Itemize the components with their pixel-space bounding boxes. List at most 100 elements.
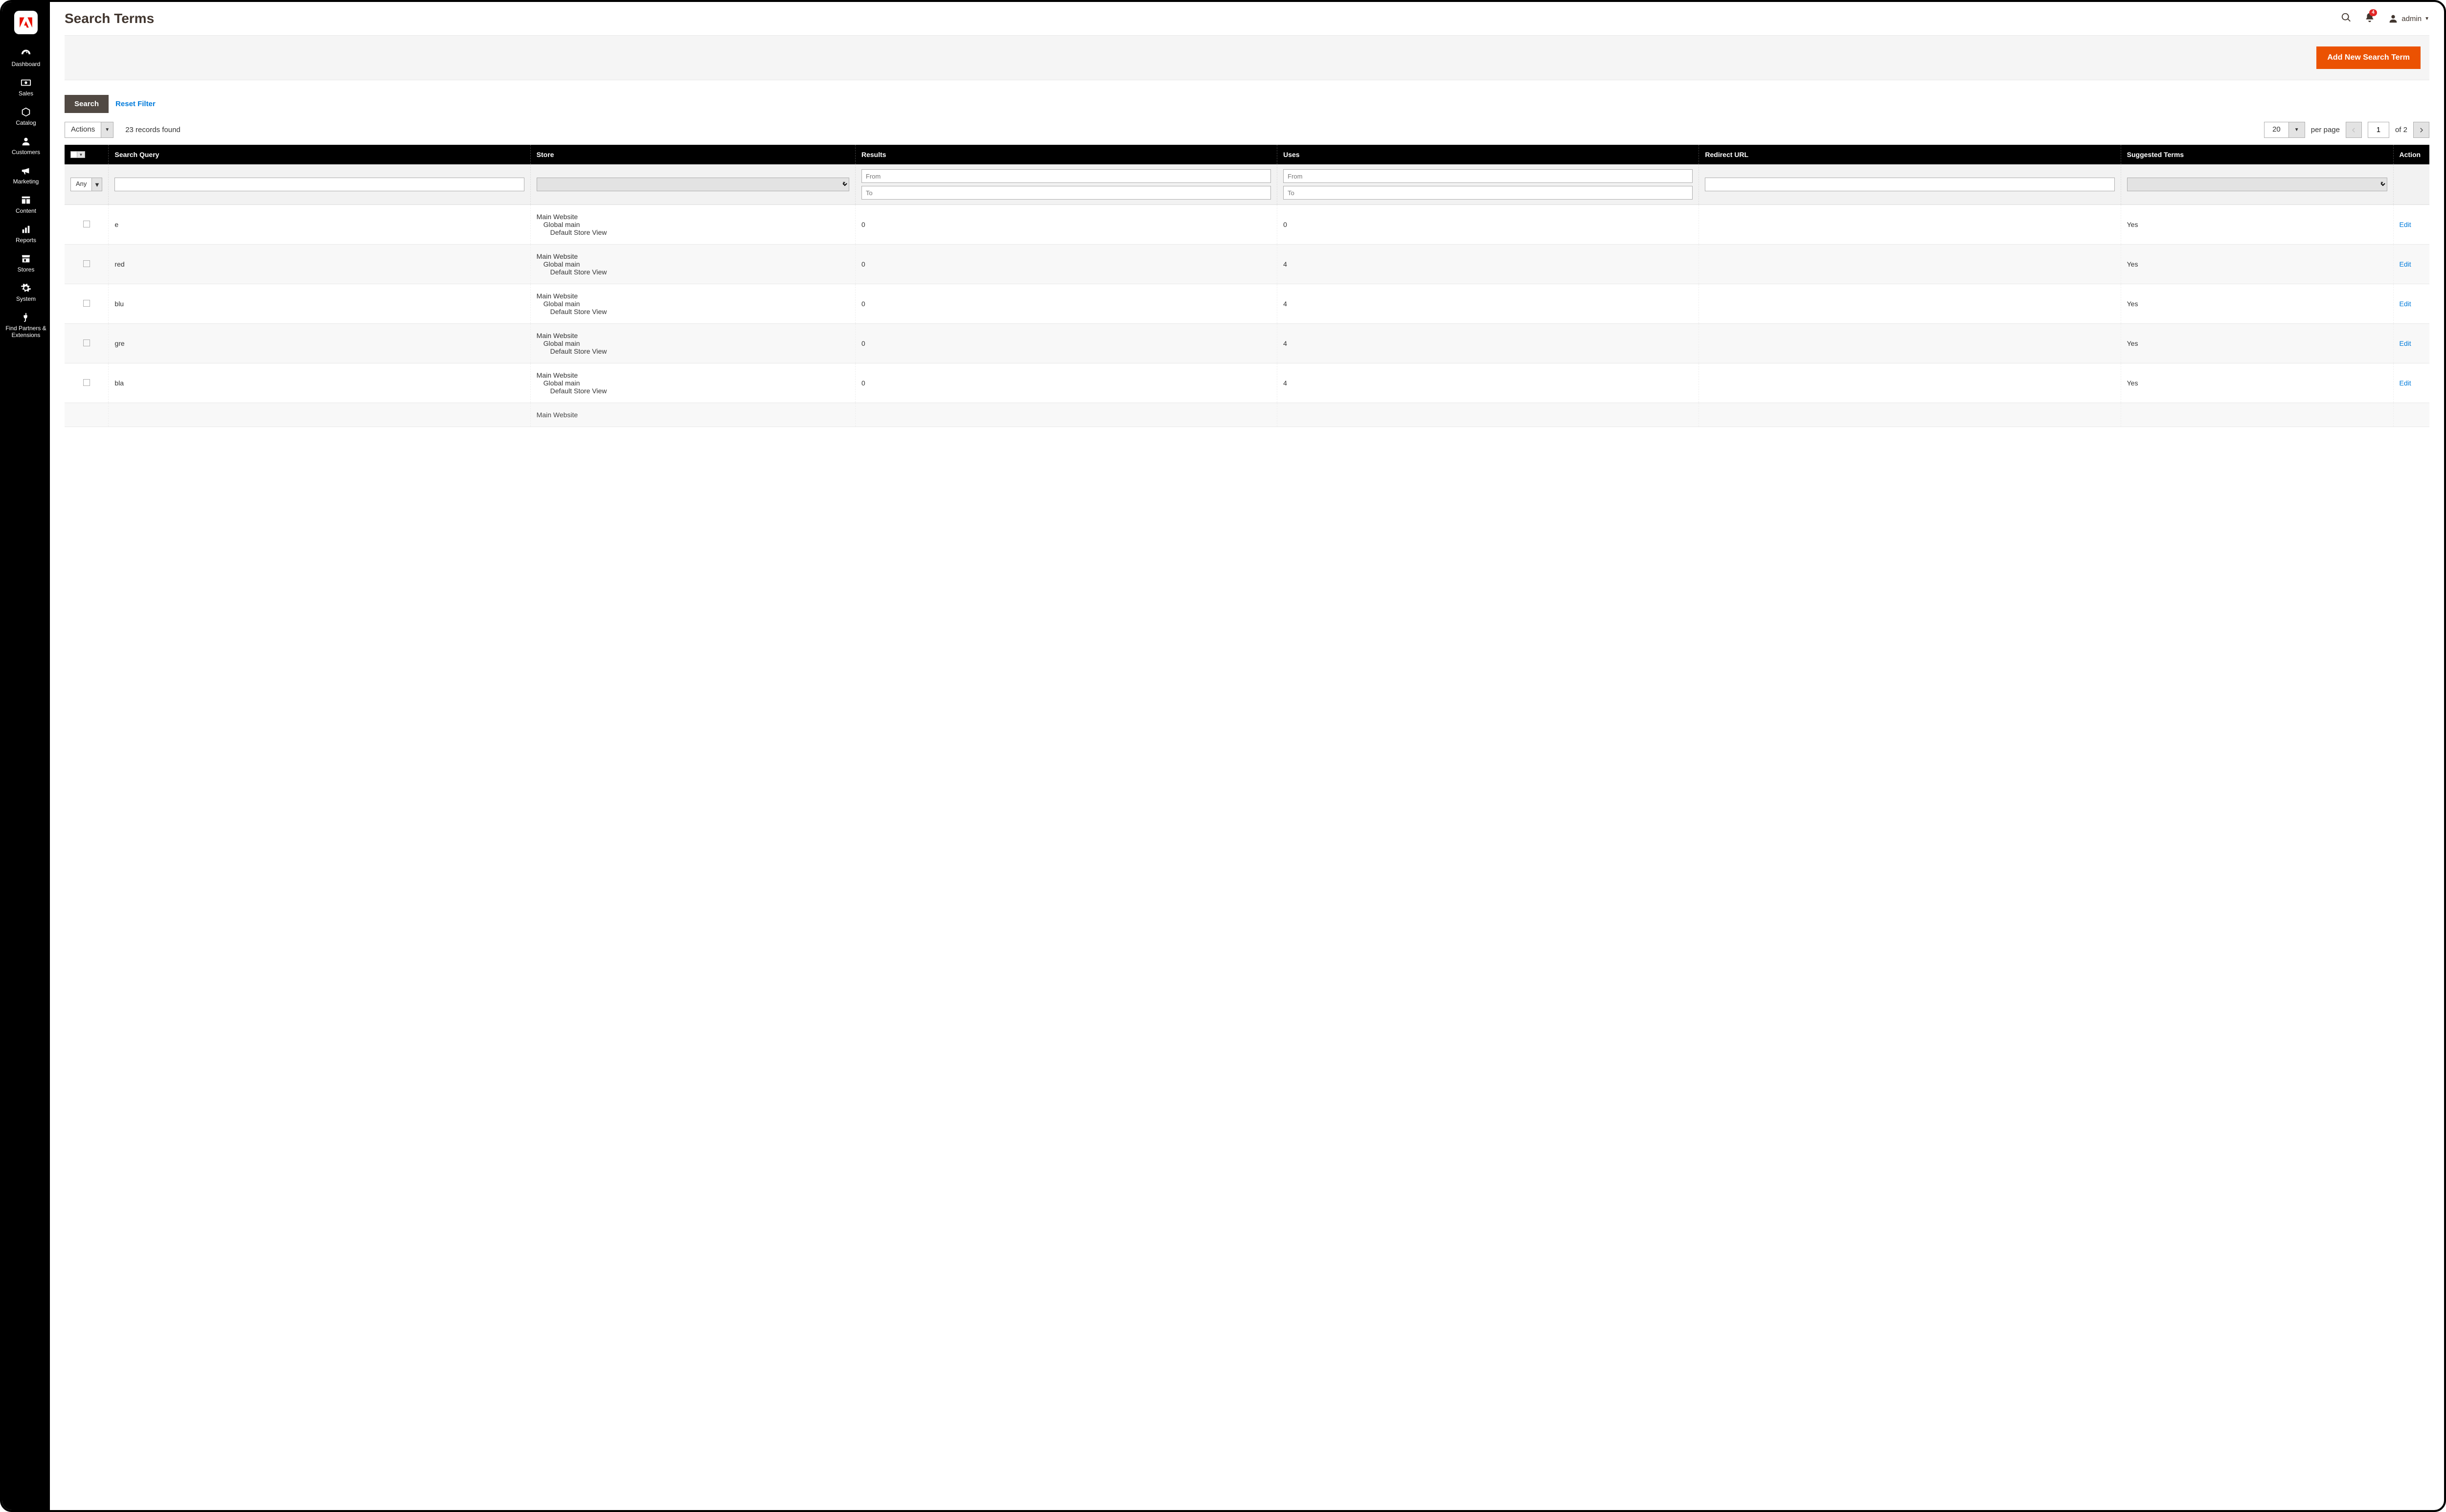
cell-suggested: Yes	[2121, 245, 2393, 284]
cell-redirect	[1699, 284, 2121, 324]
cell-results: 0	[855, 324, 1277, 363]
reset-filter-link[interactable]: Reset Filter	[115, 100, 156, 108]
admin-sidebar: Dashboard Sales Catalog Customers Market…	[2, 2, 50, 1510]
edit-link[interactable]: Edit	[2400, 379, 2411, 387]
search-terms-grid: ▼ Search Query Store Results Uses Redire…	[65, 145, 2429, 427]
table-row[interactable]: bluMain WebsiteGlobal mainDefault Store …	[65, 284, 2429, 324]
nav-label: System	[16, 295, 36, 302]
cell-search-query: e	[109, 205, 530, 245]
notifications[interactable]: 4	[2364, 12, 2375, 25]
megaphone-icon	[21, 165, 31, 176]
chevron-down-icon: ▼	[2424, 16, 2429, 22]
nav-sales[interactable]: Sales	[2, 72, 50, 102]
col-results[interactable]: Results	[855, 145, 1277, 164]
cell-results: 0	[855, 245, 1277, 284]
box-icon	[21, 107, 31, 117]
filter-results-to[interactable]	[861, 186, 1271, 200]
cell-search-query: gre	[109, 324, 530, 363]
cell-uses: 4	[1277, 324, 1699, 363]
chevron-right-icon	[2418, 127, 2425, 134]
mass-actions-select[interactable]: Actions ▼	[65, 122, 113, 138]
row-checkbox[interactable]	[83, 339, 90, 346]
page-actions-toolbar: Add New Search Term	[65, 35, 2429, 80]
prev-page-button[interactable]	[2346, 122, 2362, 138]
edit-link[interactable]: Edit	[2400, 221, 2411, 228]
filter-search-query[interactable]	[114, 178, 524, 191]
next-page-button[interactable]	[2413, 122, 2429, 138]
user-menu[interactable]: admin ▼	[2388, 13, 2429, 24]
row-checkbox[interactable]	[83, 260, 90, 267]
chevron-down-icon: ▼	[91, 178, 102, 191]
cell-suggested: Yes	[2121, 363, 2393, 403]
col-redirect-url[interactable]: Redirect URL	[1699, 145, 2121, 164]
cell-suggested: Yes	[2121, 324, 2393, 363]
table-row[interactable]: redMain WebsiteGlobal mainDefault Store …	[65, 245, 2429, 284]
edit-link[interactable]: Edit	[2400, 260, 2411, 268]
layout-icon	[21, 195, 31, 205]
nav-stores[interactable]: Stores	[2, 248, 50, 278]
money-icon	[21, 77, 31, 88]
cell-uses: 4	[1277, 363, 1699, 403]
cell-store: Main Website	[530, 403, 855, 427]
chevron-down-icon: ▼	[77, 151, 85, 158]
nav-marketing[interactable]: Marketing	[2, 160, 50, 190]
logo[interactable]	[14, 11, 38, 34]
cell-uses: 4	[1277, 284, 1699, 324]
nav-dashboard[interactable]: Dashboard	[2, 43, 50, 72]
nav-system[interactable]: System	[2, 278, 50, 307]
edit-link[interactable]: Edit	[2400, 339, 2411, 347]
filter-uses-to[interactable]	[1283, 186, 1693, 200]
cell-store: Main WebsiteGlobal mainDefault Store Vie…	[530, 363, 855, 403]
chevron-down-icon: ▼	[101, 122, 113, 137]
table-row[interactable]: blaMain WebsiteGlobal mainDefault Store …	[65, 363, 2429, 403]
nav-label: Catalog	[16, 119, 36, 126]
filter-store[interactable]	[537, 178, 849, 191]
row-checkbox[interactable]	[83, 221, 90, 227]
col-search-query[interactable]: Search Query	[109, 145, 530, 164]
page-number-input[interactable]	[2368, 122, 2389, 138]
col-uses[interactable]: Uses	[1277, 145, 1699, 164]
cell-redirect	[1699, 245, 2121, 284]
person-icon	[21, 136, 31, 147]
storefront-icon	[21, 253, 31, 264]
search-icon	[2341, 12, 2352, 23]
main-content: Search Terms 4 admin ▼ Add New Search Te…	[50, 2, 2444, 1510]
nav-catalog[interactable]: Catalog	[2, 102, 50, 131]
nav-content[interactable]: Content	[2, 190, 50, 219]
edit-link[interactable]: Edit	[2400, 300, 2411, 308]
adobe-logo-icon	[19, 16, 33, 29]
search-button[interactable]: Search	[65, 95, 109, 113]
cell-uses: 0	[1277, 205, 1699, 245]
global-search[interactable]	[2341, 12, 2352, 25]
cell-suggested: Yes	[2121, 284, 2393, 324]
chevron-down-icon: ▼	[2288, 122, 2305, 137]
cell-uses: 4	[1277, 245, 1699, 284]
table-row[interactable]: Main Website	[65, 403, 2429, 427]
table-row[interactable]: greMain WebsiteGlobal mainDefault Store …	[65, 324, 2429, 363]
row-checkbox[interactable]	[83, 379, 90, 386]
nav-reports[interactable]: Reports	[2, 219, 50, 248]
filter-suggested-terms[interactable]	[2127, 178, 2387, 191]
cell-search-query: bla	[109, 363, 530, 403]
col-store[interactable]: Store	[530, 145, 855, 164]
per-page-select[interactable]: 20 ▼	[2264, 122, 2305, 138]
add-new-search-term-button[interactable]: Add New Search Term	[2316, 46, 2421, 69]
filter-results-from[interactable]	[861, 169, 1271, 183]
nav-partners[interactable]: Find Partners & Extensions	[2, 307, 50, 344]
nav-label: Stores	[18, 266, 35, 273]
per-page-value: 20	[2265, 122, 2288, 137]
cell-results: 0	[855, 205, 1277, 245]
filter-redirect-url[interactable]	[1705, 178, 2114, 191]
select-all-toggle[interactable]: ▼	[70, 151, 102, 158]
nav-label: Sales	[19, 90, 33, 97]
nav-customers[interactable]: Customers	[2, 131, 50, 160]
checkbox-icon	[70, 151, 77, 158]
table-row[interactable]: eMain WebsiteGlobal mainDefault Store Vi…	[65, 205, 2429, 245]
row-checkbox[interactable]	[83, 300, 90, 307]
filter-select-any[interactable]: Any ▼	[70, 178, 102, 191]
user-label: admin	[2401, 15, 2422, 23]
col-suggested-terms[interactable]: Suggested Terms	[2121, 145, 2393, 164]
per-page-label: per page	[2311, 126, 2340, 134]
nav-label: Find Partners & Extensions	[4, 325, 48, 339]
filter-uses-from[interactable]	[1283, 169, 1693, 183]
